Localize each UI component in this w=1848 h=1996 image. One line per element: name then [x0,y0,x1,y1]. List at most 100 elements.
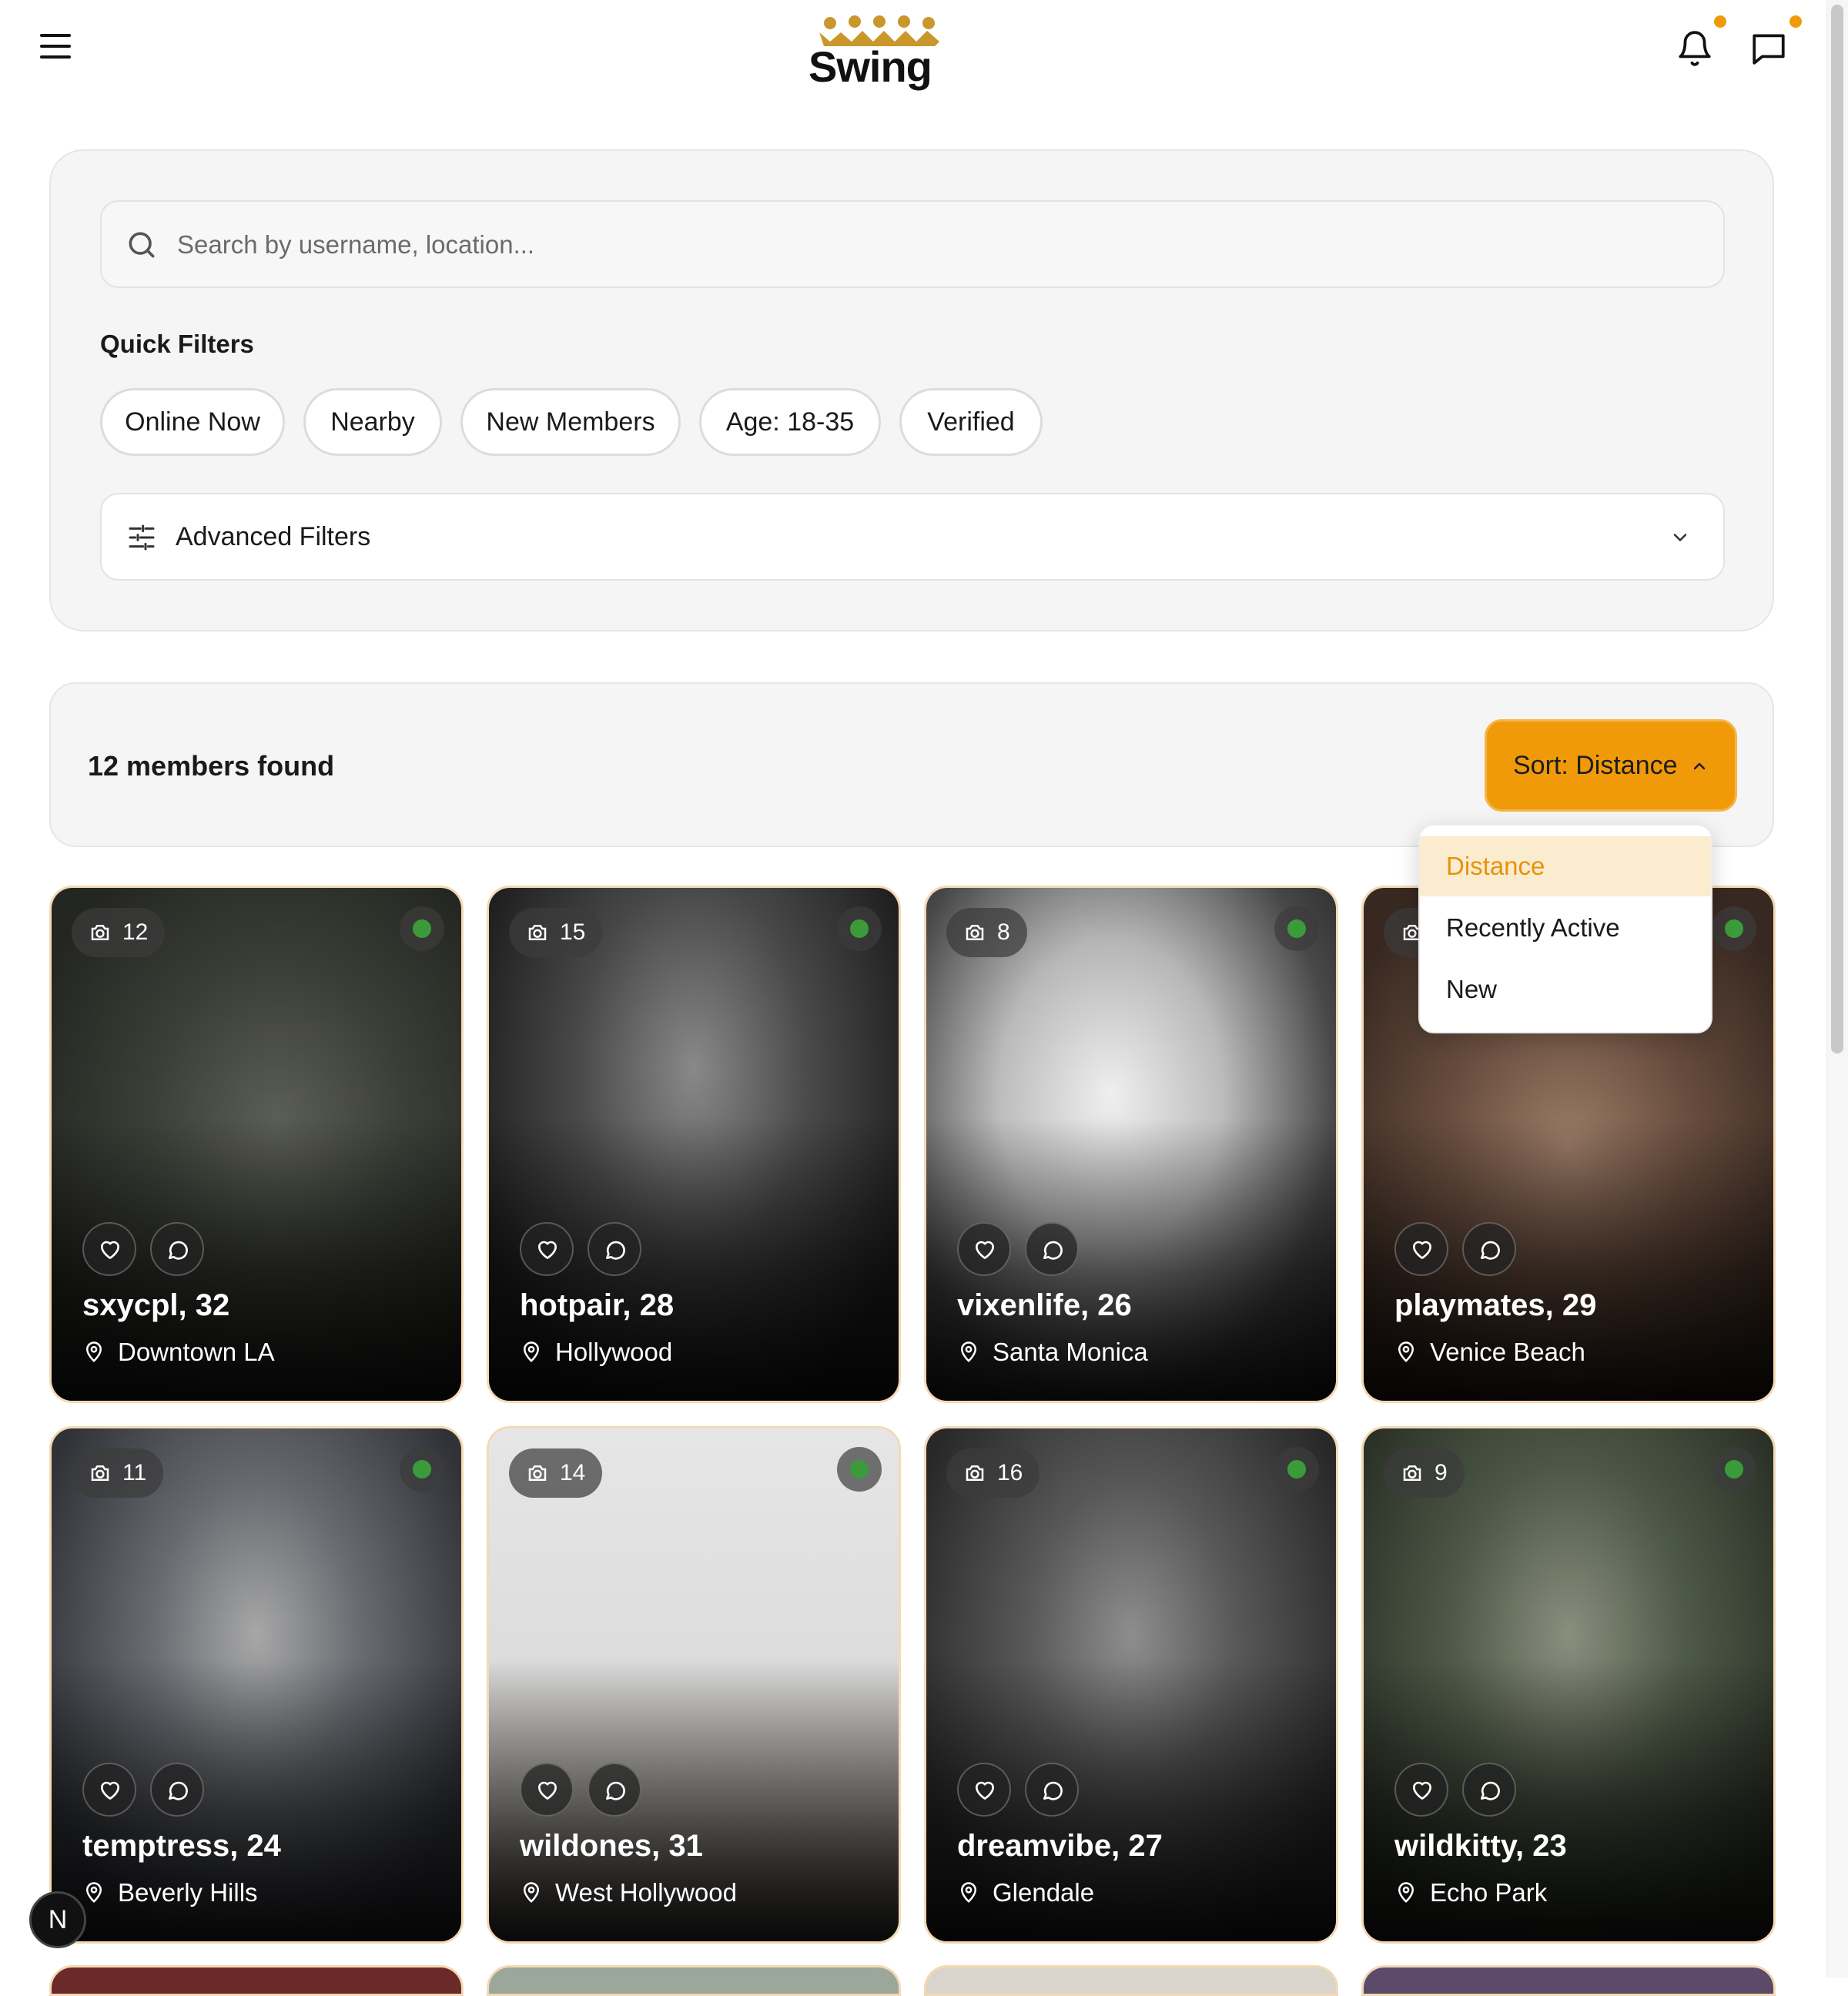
member-name: wildones, 31 [520,1829,703,1863]
location-pin-icon [85,1341,102,1362]
member-card[interactable]: 11 temptress, 24 Beverly Hills [49,1426,464,1944]
online-indicator [1712,906,1756,951]
chevron-down-icon [1673,534,1687,541]
chat-bubble-icon [1043,1241,1063,1260]
filter-chip-verified[interactable]: Verified [899,388,1043,456]
filter-chip-nearby[interactable]: Nearby [303,388,442,456]
heart-icon [976,1241,994,1259]
dev-tools-badge[interactable]: N [29,1891,86,1948]
advanced-filters-toggle[interactable]: Advanced Filters [100,493,1725,581]
photo-count-badge: 12 [72,908,166,957]
logo-text: Swing [808,42,932,91]
member-card[interactable]: 14 wildones, 31 West Hollywood [487,1426,901,1944]
member-location: Glendale [957,1878,1094,1907]
chat-button[interactable] [588,1222,641,1276]
message-dot [1789,15,1802,28]
member-card[interactable]: 9 wildkitty, 23 Echo Park [1361,1426,1776,1944]
chat-button[interactable] [1025,1763,1079,1817]
filter-chip-age[interactable]: Age: 18-35 [699,388,881,456]
member-location: West Hollywood [520,1878,737,1907]
chat-button[interactable] [588,1763,641,1817]
filter-chip-online-now[interactable]: Online Now [100,388,285,456]
chat-bubble-icon [606,1241,625,1260]
filter-chip-new-members[interactable]: New Members [460,388,681,456]
heart-icon [538,1241,557,1259]
menu-icon[interactable] [40,34,71,59]
member-location: Venice Beach [1394,1338,1585,1367]
location-pin-icon [523,1341,540,1362]
chat-bubble-icon [1481,1241,1500,1260]
like-button[interactable] [82,1763,136,1817]
quick-filters-title: Quick Filters [100,330,254,358]
member-name: vixenlife, 26 [957,1288,1132,1322]
chat-bubble-icon [1481,1781,1500,1800]
camera-icon [528,1465,547,1481]
chat-bubble-icon [169,1781,188,1800]
sort-button[interactable]: Sort: Distance [1485,719,1737,812]
online-indicator [1712,1447,1756,1492]
heart-icon [1413,1781,1431,1800]
chat-bubble-icon [1043,1781,1063,1800]
online-indicator [1274,906,1319,951]
results-count: 12 members found [88,750,335,782]
like-button[interactable] [1394,1222,1448,1276]
online-indicator [837,906,882,951]
location-pin-icon [960,1882,977,1903]
top-bar: Swing [0,0,1826,100]
member-card[interactable] [49,1965,464,1996]
chat-bubble-icon [169,1241,188,1260]
member-location: Beverly Hills [82,1878,258,1907]
camera-icon [1403,1465,1421,1481]
like-button[interactable] [1394,1763,1448,1817]
location-pin-icon [523,1882,540,1903]
scrollbar-thumb[interactable] [1831,5,1843,1053]
search-box[interactable] [100,200,1725,288]
heart-icon [101,1781,119,1800]
chat-button[interactable] [150,1763,204,1817]
advanced-filters-label: Advanced Filters [176,522,371,551]
like-button[interactable] [520,1222,574,1276]
message-icon[interactable] [1749,29,1788,68]
member-card[interactable] [924,1965,1338,1996]
photo-count-badge: 16 [946,1448,1040,1498]
chat-button[interactable] [150,1222,204,1276]
heart-icon [101,1241,119,1259]
chevron-up-icon [1693,762,1706,770]
online-indicator [837,1447,882,1492]
like-button[interactable] [520,1763,574,1817]
search-input[interactable] [176,217,1703,273]
member-card[interactable]: 8 vixenlife, 26 Santa Monica [924,886,1338,1403]
member-card[interactable] [1361,1965,1776,1996]
sort-option-recently-active[interactable]: Recently Active [1420,898,1711,958]
online-indicator [1274,1447,1319,1492]
member-card[interactable]: 12 sxycpl, 32 Downtown LA [49,886,464,1403]
camera-icon [91,1465,109,1481]
chat-button[interactable] [1462,1763,1516,1817]
sort-option-new[interactable]: New [1420,959,1711,1020]
online-indicator [400,906,444,951]
like-button[interactable] [82,1222,136,1276]
online-indicator [400,1447,444,1492]
bell-icon[interactable] [1676,29,1714,68]
notification-dot [1714,15,1726,28]
member-card[interactable]: 16 dreamvibe, 27 Glendale [924,1426,1338,1944]
location-pin-icon [1398,1882,1414,1903]
member-name: hotpair, 28 [520,1288,675,1322]
chat-button[interactable] [1025,1222,1079,1276]
app-logo[interactable]: Swing [808,11,947,91]
like-button[interactable] [957,1222,1011,1276]
search-icon [129,232,155,258]
member-name: sxycpl, 32 [82,1288,230,1322]
like-button[interactable] [957,1763,1011,1817]
sort-dropdown: Distance Recently Active New [1418,824,1712,1033]
heart-icon [1413,1241,1431,1259]
member-location: Hollywood [520,1338,672,1367]
photo-count-badge: 9 [1384,1448,1465,1498]
member-card[interactable] [487,1965,901,1996]
chat-button[interactable] [1462,1222,1516,1276]
camera-icon [91,925,109,940]
heart-icon [538,1781,557,1800]
sort-option-distance[interactable]: Distance [1420,836,1711,896]
heart-icon [976,1781,994,1800]
member-card[interactable]: 15 hotpair, 28 Hollywood [487,886,901,1403]
